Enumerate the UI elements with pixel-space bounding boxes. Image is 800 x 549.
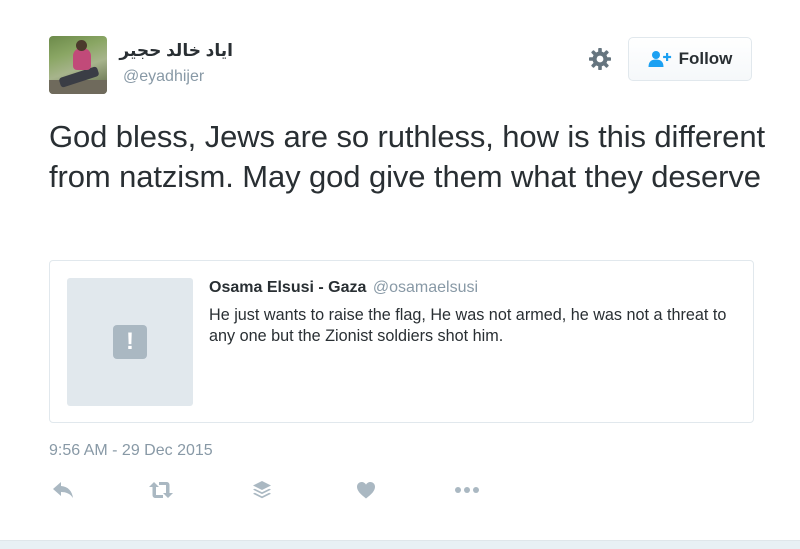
alert-icon: ! bbox=[113, 325, 147, 359]
avatar[interactable] bbox=[49, 36, 107, 94]
quote-author-name: Osama Elsusi - Gaza bbox=[209, 279, 367, 296]
avatar-figure bbox=[73, 48, 91, 70]
follow-button[interactable]: Follow bbox=[628, 37, 752, 81]
add-user-icon bbox=[648, 51, 671, 67]
avatar-head bbox=[76, 40, 87, 51]
quoted-tweet-card[interactable]: ! Osama Elsusi - Gaza @osamaelsusi He ju… bbox=[49, 260, 754, 423]
tweet-timestamp[interactable]: 9:56 AM - 29 Dec 2015 bbox=[49, 442, 213, 460]
quote-media-placeholder: ! bbox=[67, 278, 193, 406]
quote-author-username: @osamaelsusi bbox=[372, 279, 479, 296]
follow-label: Follow bbox=[678, 49, 733, 68]
author-display-name[interactable]: اياد خالد حجير bbox=[119, 41, 233, 61]
more-icon[interactable] bbox=[453, 476, 481, 504]
like-icon[interactable] bbox=[352, 476, 380, 504]
quote-text: He just wants to raise the flag, He was … bbox=[209, 306, 727, 345]
gear-icon[interactable] bbox=[588, 47, 612, 71]
quote-header: Osama Elsusi - Gaza @osamaelsusi bbox=[209, 279, 478, 297]
reply-icon[interactable] bbox=[49, 476, 77, 504]
author-username[interactable]: @eyadhijer bbox=[123, 68, 204, 86]
retweet-icon[interactable] bbox=[147, 476, 175, 504]
tweet-text: God bless, Jews are so ruthless, how is … bbox=[49, 119, 765, 194]
buffer-icon[interactable] bbox=[248, 476, 276, 504]
